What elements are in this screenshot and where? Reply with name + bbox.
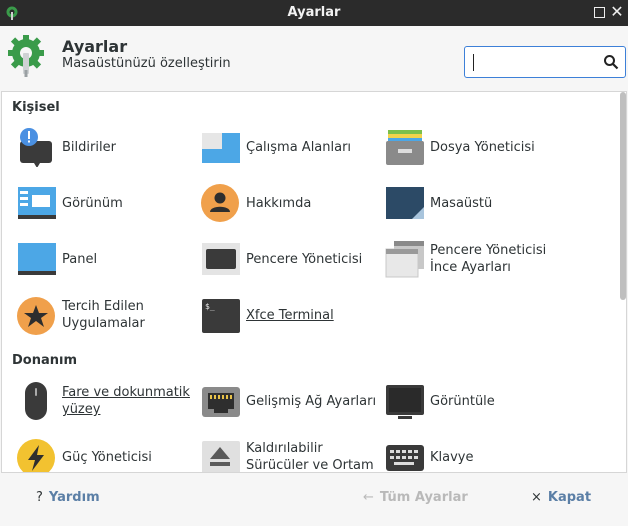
search-icon[interactable] — [603, 54, 619, 70]
display-icon — [386, 385, 424, 419]
item-label: Panel — [62, 251, 98, 267]
item-label: Görünüm — [62, 195, 123, 211]
close-window-button[interactable]: ✕ — [608, 3, 626, 21]
item-window-manager[interactable]: Pencere Yöneticisi — [196, 234, 380, 284]
item-panel[interactable]: Panel — [12, 234, 196, 284]
window-manager-icon — [202, 243, 240, 275]
help-button[interactable]: ? Yardım — [36, 490, 100, 505]
text-caret — [473, 54, 474, 71]
item-file-manager[interactable]: Dosya Yöneticisi — [380, 122, 564, 172]
desktop-icon — [386, 187, 424, 219]
header-subtitle: Masaüstünüzü özelleştirin — [62, 56, 231, 71]
scrollbar[interactable] — [620, 92, 626, 300]
all-settings-label: Tüm Ayarlar — [379, 490, 468, 505]
item-label: Bildiriler — [62, 139, 116, 155]
appearance-icon — [18, 187, 56, 219]
item-label: Hakkımda — [246, 195, 312, 211]
window-title: Ayarlar — [287, 5, 341, 20]
file-manager-icon — [386, 130, 424, 165]
item-removable-drives[interactable]: Kaldırılabilir Sürücüler ve Ortam — [196, 432, 380, 472]
item-advanced-network[interactable]: Gelişmiş Ağ Ayarları — [196, 376, 380, 426]
close-icon: × — [531, 490, 542, 505]
item-label: Gelişmiş Ağ Ayarları — [246, 393, 377, 409]
item-appearance[interactable]: Görünüm — [12, 178, 196, 228]
item-label: Masaüstü — [430, 195, 493, 211]
svg-text:$_: $_ — [205, 302, 215, 311]
item-label: Xfce Terminal — [246, 307, 334, 323]
item-label: Dosya Yöneticisi — [430, 139, 535, 155]
network-port-icon — [202, 387, 240, 417]
item-power-manager[interactable]: Güç Yöneticisi — [12, 432, 196, 472]
item-mouse-touchpad[interactable]: Fare ve dokunmatik yüzey — [12, 376, 196, 426]
item-window-manager-tweaks[interactable]: Pencere Yöneticisi İnce Ayarları — [380, 234, 564, 284]
item-label: Güç Yöneticisi — [62, 449, 152, 465]
item-desktop[interactable]: Masaüstü — [380, 178, 564, 228]
close-button[interactable]: × Kapat — [531, 490, 591, 505]
mouse-icon — [25, 382, 47, 420]
settings-grid: Kişisel Bildiriler Çalışma Alanları Dosy… — [1, 91, 627, 473]
terminal-icon: $_ — [202, 299, 240, 333]
notifications-icon — [20, 128, 52, 167]
item-workspaces[interactable]: Çalışma Alanları — [196, 122, 380, 172]
item-label: Pencere Yöneticisi — [246, 251, 363, 267]
all-settings-button[interactable]: ← Tüm Ayarlar — [363, 490, 468, 505]
settings-gear-icon — [8, 35, 44, 77]
item-xfce-terminal[interactable]: $_ Xfce Terminal — [196, 290, 380, 340]
item-keyboard[interactable]: Klavye — [380, 432, 564, 472]
maximize-button[interactable] — [594, 7, 605, 18]
item-label: Klavye — [430, 449, 474, 465]
window-tweaks-icon — [385, 241, 424, 278]
arrow-left-icon: ← — [363, 490, 374, 505]
keyboard-icon — [386, 445, 424, 471]
item-display[interactable]: Görüntüle — [380, 376, 564, 426]
item-notifications[interactable]: Bildiriler — [12, 122, 196, 172]
item-label: Görüntüle — [430, 393, 495, 409]
section-title-personal: Kişisel — [12, 100, 60, 115]
title-bar: Ayarlar ✕ — [0, 0, 628, 26]
user-icon — [201, 184, 239, 222]
panel-icon — [18, 243, 56, 275]
power-bolt-icon — [17, 439, 55, 472]
item-label: Çalışma Alanları — [246, 139, 352, 155]
eject-icon — [202, 441, 240, 472]
help-label: Yardım — [48, 490, 100, 505]
section-title-hardware: Donanım — [12, 353, 78, 368]
item-about-me[interactable]: Hakkımda — [196, 178, 380, 228]
search-input[interactable] — [464, 46, 626, 78]
header: Ayarlar Masaüstünüzü özelleştirin — [0, 26, 628, 90]
workspaces-icon — [202, 133, 240, 163]
close-label: Kapat — [547, 490, 592, 505]
footer: ? Yardım ← Tüm Ayarlar × Kapat — [0, 474, 628, 526]
star-icon — [17, 297, 55, 335]
settings-window: Ayarlar Masaüstünüzü özelleştirin Kişise… — [0, 26, 628, 526]
question-icon: ? — [36, 490, 43, 505]
item-label: Fare ve dokunmatik yüzey — [62, 385, 190, 417]
item-label: Tercih Edilen Uygulamalar — [62, 299, 145, 331]
header-title: Ayarlar — [62, 37, 128, 56]
item-label: Kaldırılabilir Sürücüler ve Ortam — [246, 441, 374, 473]
item-label: Pencere Yöneticisi İnce Ayarları — [430, 243, 547, 275]
item-preferred-applications[interactable]: Tercih Edilen Uygulamalar — [12, 290, 196, 340]
